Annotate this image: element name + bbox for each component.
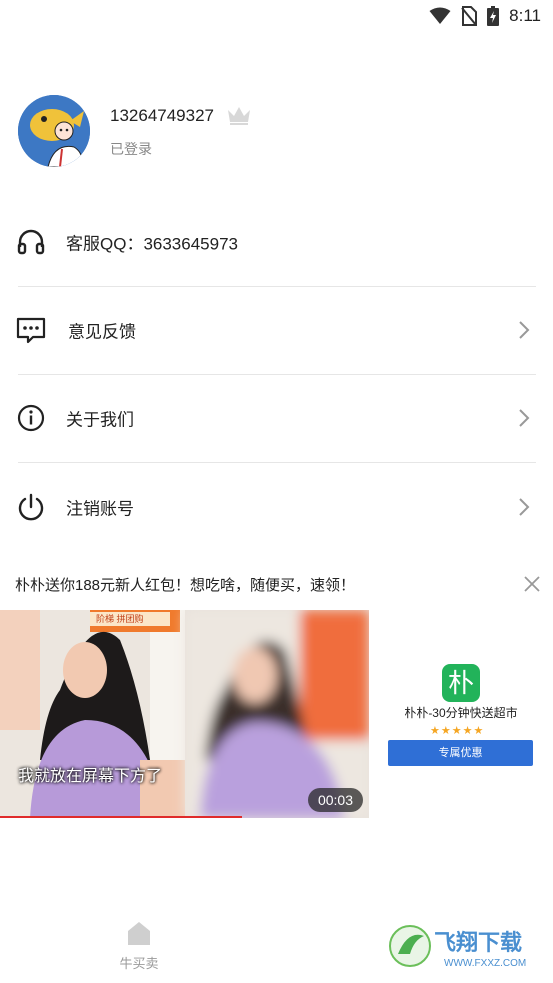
menu-item-service-qq[interactable]: 客服QQ：3633645973 xyxy=(0,198,553,286)
phone-number: 13264749327 xyxy=(110,106,215,125)
home-icon xyxy=(128,922,150,945)
avatar[interactable] xyxy=(18,95,90,167)
menu-item-feedback[interactable]: 意见反馈 xyxy=(0,286,553,374)
video-progress-bar xyxy=(0,816,242,818)
status-bar: 8:11 xyxy=(0,0,553,32)
menu-label-about: 关于我们 xyxy=(66,410,134,430)
close-icon[interactable] xyxy=(523,575,541,593)
ad-video[interactable]: 阶梯 拼团购 我就放在屏幕下方了 00:03 xyxy=(0,610,369,818)
no-sim-icon xyxy=(461,6,478,26)
star-icon: ★ xyxy=(430,725,441,737)
ad-title[interactable]: 朴朴送你188元新人红包！想吃啥，随便买，速领！ xyxy=(15,574,355,595)
message-dots-icon xyxy=(16,317,46,344)
star-icon: ★ xyxy=(440,725,452,737)
headphones-icon xyxy=(17,229,45,255)
crown-icon xyxy=(228,107,250,125)
video-duration: 00:03 xyxy=(307,788,363,812)
video-frame-image xyxy=(0,610,369,818)
chevron-right-icon xyxy=(519,321,530,339)
menu-item-about[interactable]: 关于我们 xyxy=(0,374,553,462)
avatar-illustration-icon xyxy=(18,95,90,167)
battery-charging-icon xyxy=(487,6,500,26)
star-icon: ★ xyxy=(451,725,463,737)
svg-text:飞翔下载: 飞翔下载 xyxy=(434,930,522,955)
power-icon xyxy=(18,493,44,521)
menu-label-feedback: 意见反馈 xyxy=(68,322,136,342)
ad-app-name: 朴朴-30分钟快送超市 xyxy=(404,706,518,720)
chevron-right-icon xyxy=(519,498,530,516)
menu-label-service-qq: 客服QQ：3633645973 xyxy=(66,234,238,254)
watermark: 飞翔下载 WWW.FXXZ.COM xyxy=(386,920,546,972)
wifi-icon xyxy=(429,7,451,24)
svg-text:WWW.FXXZ.COM: WWW.FXXZ.COM xyxy=(444,958,526,969)
rating-stars: ★★★★★ xyxy=(430,724,484,737)
status-time: 8:11 xyxy=(509,6,541,25)
video-badge-text: 阶梯 拼团购 xyxy=(96,614,144,624)
tab-home[interactable]: 牛买卖 xyxy=(110,920,168,972)
info-icon xyxy=(17,404,45,432)
menu-item-logout[interactable]: 注销账号 xyxy=(0,463,553,551)
chevron-right-icon xyxy=(519,409,530,427)
ad-cta-button[interactable]: 专属优惠 xyxy=(388,740,533,766)
watermark-logo-icon: 飞翔下载 WWW.FXXZ.COM xyxy=(386,920,546,972)
menu-label-logout: 注销账号 xyxy=(66,499,134,519)
star-icon: ★ xyxy=(473,725,485,737)
login-status: 已登录 xyxy=(110,141,152,157)
tab-home-label: 牛买卖 xyxy=(119,956,159,971)
video-subtitle: 我就放在屏幕下方了 xyxy=(18,766,163,785)
app-logo[interactable]: 朴 xyxy=(442,664,480,702)
star-icon: ★ xyxy=(462,725,474,737)
